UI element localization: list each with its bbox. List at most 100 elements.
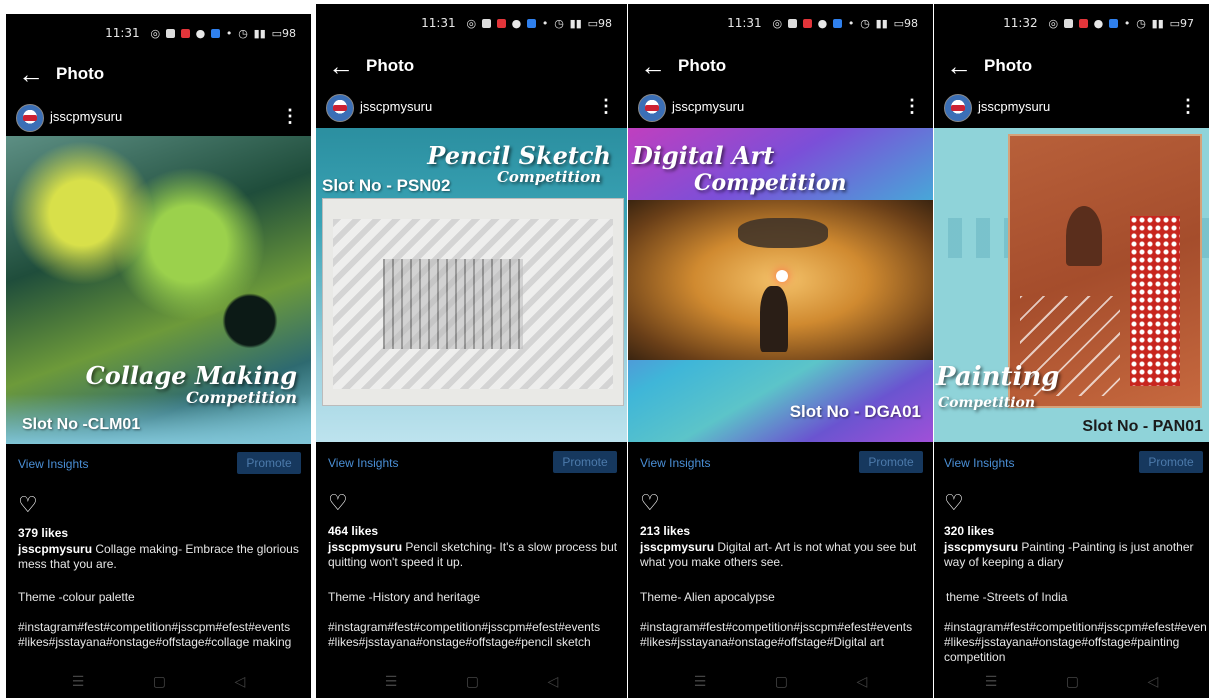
back-arrow-icon[interactable]: ← <box>328 52 354 80</box>
figure-shape <box>760 286 788 352</box>
username[interactable]: jsscpmysuru <box>672 99 744 114</box>
dot-icon: • <box>541 17 549 30</box>
theme-text: Theme -colour palette <box>18 590 135 604</box>
app-blue-icon <box>833 19 843 28</box>
post-title-line1: Collage Making <box>85 361 297 390</box>
more-options-icon[interactable]: ⋮ <box>597 94 615 118</box>
home-icon[interactable]: ▢ <box>775 674 788 690</box>
promote-button[interactable]: Promote <box>859 451 923 473</box>
more-options-icon[interactable]: ⋮ <box>281 104 299 128</box>
page-title: Photo <box>366 56 415 75</box>
post-caption: jsscpmysuru Pencil sketching- It's a slo… <box>328 540 620 570</box>
slot-number: Slot No - PAN01 <box>1082 418 1203 435</box>
caption-username[interactable]: jsscpmysuru <box>18 542 92 556</box>
back-arrow-icon[interactable]: ← <box>946 52 972 80</box>
status-bar: 11:31 ◎ ● • ◷ ▮▮ ▭98 <box>316 16 627 34</box>
slot-number: Slot No - DGA01 <box>789 402 921 421</box>
hashtags[interactable]: #instagram#fest#competition#jsscpm#efest… <box>328 620 622 654</box>
view-insights-link[interactable]: View Insights <box>640 456 710 470</box>
username[interactable]: jsscpmysuru <box>360 99 432 114</box>
more-options-icon[interactable]: ⋮ <box>1179 94 1197 118</box>
alarm-icon: ◷ <box>860 17 870 30</box>
signal-icon: ▮▮ <box>569 17 582 30</box>
post-image[interactable]: Slot No - PSN02 Pencil Sketch Competitio… <box>316 128 627 442</box>
caption-username[interactable]: jsscpmysuru <box>328 540 402 554</box>
slot-number: Slot No - PSN02 <box>322 176 451 195</box>
battery-icon: ▭98 <box>587 17 612 30</box>
like-heart-icon[interactable]: ♡ <box>640 492 660 514</box>
whatsapp-icon: ◎ <box>150 27 161 40</box>
home-icon[interactable]: ▢ <box>1066 674 1079 690</box>
view-insights-link[interactable]: View Insights <box>944 456 1014 470</box>
like-heart-icon[interactable]: ♡ <box>944 492 964 514</box>
recent-apps-icon[interactable]: ☰ <box>985 674 998 690</box>
slot-number: Slot No -CLM01 <box>22 416 141 433</box>
system-nav-bar: ☰ ▢ ◁ <box>6 668 311 698</box>
more-options-icon[interactable]: ⋮ <box>903 94 921 118</box>
post-image[interactable]: Digital Art Competition Slot No - DGA01 <box>628 128 933 442</box>
promote-button[interactable]: Promote <box>1139 451 1203 473</box>
system-nav-bar: ☰ ▢ ◁ <box>628 668 933 698</box>
status-bar: 11:32 ◎ ● • ◷ ▮▮ ▭97 <box>934 16 1209 34</box>
post-title-line1: Digital Art <box>632 141 775 170</box>
battery-level: 98 <box>282 27 296 40</box>
post-title-line2: Competition <box>186 388 297 407</box>
view-insights-link[interactable]: View Insights <box>18 457 88 471</box>
back-arrow-icon[interactable]: ← <box>18 60 44 88</box>
post-image[interactable]: Painting Competition Slot No - PAN01 <box>934 128 1209 442</box>
page-title: Photo <box>678 56 727 75</box>
avatar[interactable] <box>16 104 44 132</box>
spaceship-shape <box>738 218 828 248</box>
promote-button[interactable]: Promote <box>553 451 617 473</box>
home-icon[interactable]: ▢ <box>153 674 166 690</box>
username[interactable]: jsscpmysuru <box>50 109 122 124</box>
top-bar: ← Photo <box>6 58 311 94</box>
system-back-icon[interactable]: ◁ <box>856 674 867 690</box>
alarm-icon: ◷ <box>554 17 564 30</box>
system-back-icon[interactable]: ◁ <box>547 674 558 690</box>
post-title-line2: Competition <box>694 170 847 196</box>
likes-count: 464 likes <box>328 524 379 538</box>
username[interactable]: jsscpmysuru <box>978 99 1050 114</box>
status-time: 11:31 <box>105 26 140 40</box>
promote-button[interactable]: Promote <box>237 452 301 474</box>
system-back-icon[interactable]: ◁ <box>1147 674 1158 690</box>
avatar[interactable] <box>638 94 666 122</box>
caption-username[interactable]: jsscpmysuru <box>944 540 1018 554</box>
app-red-icon <box>1078 19 1088 28</box>
recent-apps-icon[interactable]: ☰ <box>72 674 85 690</box>
battery-icon: ▭98 <box>271 27 296 40</box>
avatar[interactable] <box>326 94 354 122</box>
like-heart-icon[interactable]: ♡ <box>18 494 38 516</box>
hashtags[interactable]: #instagram#fest#competition#jsscpm#efest… <box>944 620 1206 666</box>
recent-apps-icon[interactable]: ☰ <box>385 674 398 690</box>
post-title-line2: Competition <box>496 168 601 186</box>
recent-apps-icon[interactable]: ☰ <box>694 674 707 690</box>
view-insights-link[interactable]: View Insights <box>328 456 398 470</box>
avatar[interactable] <box>944 94 972 122</box>
caption-username[interactable]: jsscpmysuru <box>640 540 714 554</box>
top-bar: ← Photo <box>628 50 933 86</box>
theme-text: theme -Streets of India <box>946 590 1068 604</box>
post-title-line1: Pencil Sketch <box>427 141 611 170</box>
back-arrow-icon[interactable]: ← <box>640 52 666 80</box>
like-heart-icon[interactable]: ♡ <box>328 492 348 514</box>
hashtags[interactable]: #instagram#fest#competition#jsscpm#efest… <box>18 620 308 654</box>
app-blue-icon <box>1109 19 1119 28</box>
app-red-icon <box>802 19 812 28</box>
status-time: 11:32 <box>1003 16 1038 30</box>
signal-icon: ▮▮ <box>253 27 266 40</box>
system-back-icon[interactable]: ◁ <box>234 674 245 690</box>
home-icon[interactable]: ▢ <box>466 674 479 690</box>
facebook-icon: ● <box>195 27 206 40</box>
likes-count: 379 likes <box>18 526 69 540</box>
hashtags[interactable]: #instagram#fest#competition#jsscpm#efest… <box>640 620 930 654</box>
app-red-icon <box>496 19 506 28</box>
battery-icon: ▭98 <box>893 17 918 30</box>
likes-count: 213 likes <box>640 524 691 538</box>
dot-icon: • <box>847 17 855 30</box>
post-caption: jsscpmysuru Collage making- Embrace the … <box>18 542 300 572</box>
post-image[interactable]: Collage Making Competition Slot No -CLM0… <box>6 136 311 444</box>
phone-screen-collage: 11:31 ◎ ● • ◷ ▮▮ ▭98 ← Photo jsscpmysuru… <box>6 14 311 698</box>
post-header: jsscpmysuru ⋮ <box>316 94 627 124</box>
